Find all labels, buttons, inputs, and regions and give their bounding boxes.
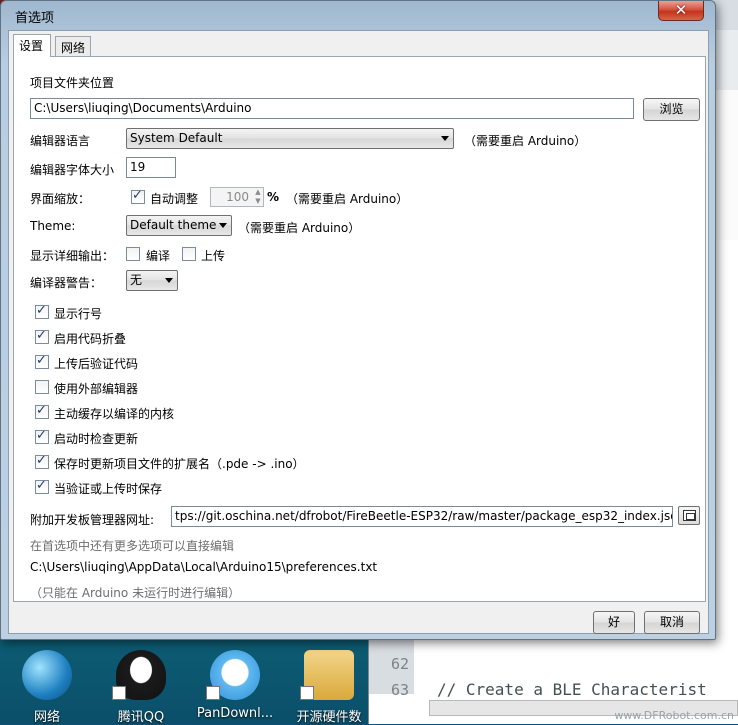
line-number: 62	[390, 655, 409, 673]
close-icon: ✕	[674, 1, 688, 19]
restart-note: （需要重启 Arduino）	[238, 221, 361, 235]
tab-settings[interactable]: 设置	[13, 34, 51, 57]
window-icon	[683, 510, 696, 521]
desktop-icon-label: 开源硬件数	[296, 710, 362, 725]
cancel-button[interactable]: 取消	[644, 611, 700, 634]
verbose-output-label: 显示详细输出：	[30, 249, 115, 263]
preferences-dialog: 首选项 ✕ 设置 网络 项目文件夹位置 C:\Users\liuqing\Doc…	[0, 0, 716, 640]
dialog-title: 首选项	[15, 11, 55, 26]
shortcut-arrow-icon	[206, 686, 220, 700]
option-checkbox-update-extension[interactable]: ✓	[35, 453, 49, 469]
option-label: 显示行号	[54, 307, 103, 321]
board-manager-urls-label: 附加开发板管理器网址:	[30, 513, 155, 527]
desktop-icon-pandownload[interactable]: PanDownl...	[197, 646, 273, 722]
check-mark-icon: ✓	[36, 328, 47, 343]
option-checkbox-check-updates[interactable]: ✓	[35, 428, 49, 444]
preferences-file-path: C:\Users\liuqing\AppData\Local\Arduino15…	[30, 560, 378, 574]
compiler-warnings-select[interactable]: 无	[126, 270, 178, 291]
check-mark-icon: ✓	[36, 428, 47, 443]
option-checkbox-external-editor[interactable]	[35, 380, 49, 394]
interface-scale-label: 界面缩放：	[30, 192, 91, 206]
desktop-icon-label: 腾讯QQ	[117, 710, 165, 725]
theme-label: Theme:	[30, 219, 76, 233]
dialog-client-area: 设置 网络 项目文件夹位置 C:\Users\liuqing\Documents…	[8, 30, 709, 634]
option-checkbox-save-on-verify[interactable]: ✓	[35, 478, 49, 494]
language-select-value: System Default	[130, 131, 223, 145]
edit-restriction-note: （只能在 Arduino 未运行时进行编辑）	[30, 586, 241, 600]
option-label: 使用外部编辑器	[54, 382, 139, 396]
language-select[interactable]: System Default	[126, 128, 454, 149]
verbose-compile-label: 编译	[146, 249, 171, 263]
code-line: // Create a BLE Characterist	[437, 680, 707, 699]
sketchbook-path-field[interactable]: C:\Users\liuqing\Documents\Arduino	[30, 98, 634, 119]
chevron-down-icon	[441, 136, 449, 141]
scale-spinner[interactable]: 100 ▲ ▼	[210, 187, 264, 207]
close-button[interactable]: ✕	[658, 1, 704, 21]
browse-button[interactable]: 浏览	[643, 98, 700, 121]
check-mark-icon: ✓	[36, 403, 47, 418]
network-icon	[22, 650, 72, 700]
verbose-compile-checkbox[interactable]	[126, 247, 140, 261]
check-mark-icon: ✓	[36, 353, 47, 368]
more-preferences-note: 在首选项中还有更多选项可以直接编辑	[30, 539, 235, 553]
theme-select-value: Default theme	[130, 218, 217, 232]
spinner-down-icon[interactable]: ▼	[252, 197, 264, 206]
tab-network[interactable]: 网络	[55, 36, 91, 56]
check-mark-icon: ✓	[36, 453, 47, 468]
language-label: 编辑器语言	[30, 134, 91, 148]
option-checkbox-cache-core[interactable]: ✓	[35, 403, 49, 419]
ok-button[interactable]: 好	[593, 611, 635, 634]
shortcut-arrow-icon	[112, 686, 126, 700]
restart-note: （需要重启 Arduino）	[464, 134, 587, 148]
board-urls-edit-button[interactable]	[678, 506, 700, 525]
settings-panel: 项目文件夹位置 C:\Users\liuqing\Documents\Ardui…	[13, 56, 706, 602]
desktop-icon-label: 网络	[33, 710, 60, 725]
option-checkbox-verify-after-upload[interactable]: ✓	[35, 353, 49, 369]
scale-auto-checkbox[interactable]: ✓	[131, 188, 145, 204]
chevron-down-icon	[165, 278, 173, 283]
chevron-down-icon	[219, 223, 227, 228]
option-label: 启用代码折叠	[54, 332, 127, 346]
compiler-warnings-label: 编译器警告：	[30, 276, 103, 290]
restart-note: （需要重启 Arduino）	[286, 192, 409, 206]
desktop-icon-label: PanDownl...	[196, 706, 274, 721]
spinner-up-icon[interactable]: ▲	[252, 188, 264, 197]
watermark: www.DFRobot.com.cn	[614, 709, 734, 722]
scale-unit: %	[267, 190, 280, 204]
option-label: 当验证或上传时保存	[54, 482, 163, 496]
option-checkbox-line-numbers[interactable]: ✓	[35, 303, 49, 319]
verbose-upload-label: 上传	[201, 249, 226, 263]
sketchbook-location-label: 项目文件夹位置	[30, 76, 115, 90]
shortcut-arrow-icon	[300, 686, 314, 700]
option-label: 上传后验证代码	[54, 357, 139, 371]
option-checkbox-code-folding[interactable]: ✓	[35, 328, 49, 344]
compiler-warnings-value: 无	[130, 273, 143, 287]
option-label: 主动缓存以编译的内核	[54, 407, 175, 421]
board-manager-urls-field[interactable]: tps://git.oschina.net/dfrobot/FireBeetle…	[171, 506, 673, 527]
check-mark-icon: ✓	[36, 478, 47, 493]
option-label: 保存时更新项目文件的扩展名（.pde -> .ino）	[54, 457, 305, 471]
line-number: 63	[390, 681, 409, 699]
theme-select[interactable]: Default theme	[126, 215, 232, 236]
check-mark-icon: ✓	[36, 303, 47, 318]
desktop-icon-folder[interactable]: 开源硬件数	[296, 646, 362, 725]
font-size-field[interactable]: 19	[126, 157, 176, 178]
scale-value: 100	[226, 190, 249, 204]
desktop-icon-qq[interactable]: 腾讯QQ	[108, 646, 174, 725]
check-mark-icon: ✓	[132, 188, 143, 203]
verbose-upload-checkbox[interactable]	[182, 247, 196, 261]
desktop-icon-network[interactable]: 网络	[14, 646, 80, 725]
scale-auto-label: 自动调整	[150, 192, 199, 206]
tab-strip: 设置 网络	[9, 31, 708, 57]
option-label: 启动时检查更新	[54, 432, 139, 446]
font-size-label: 编辑器字体大小	[30, 163, 115, 177]
